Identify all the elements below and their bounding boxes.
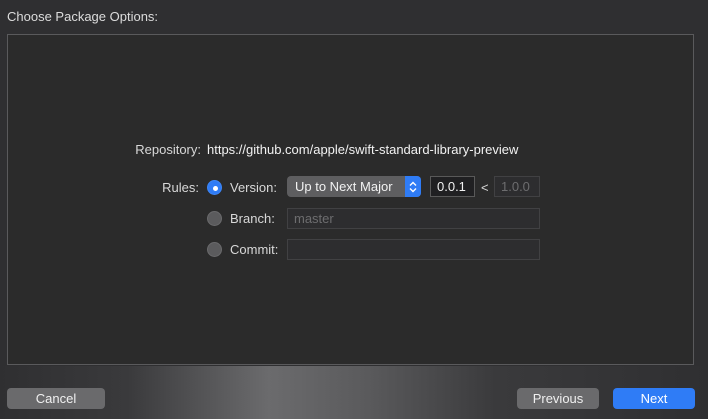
version-range-separator: <	[481, 180, 489, 195]
commit-field[interactable]	[287, 239, 540, 260]
commit-radio[interactable]	[207, 242, 222, 257]
branch-label: Branch:	[230, 211, 275, 226]
branch-field[interactable]: master	[287, 208, 540, 229]
version-to-field[interactable]: 1.0.0	[494, 176, 540, 197]
version-radio[interactable]	[207, 180, 222, 195]
version-label: Version:	[230, 180, 277, 195]
rules-label: Rules:	[162, 180, 199, 195]
branch-radio[interactable]	[207, 211, 222, 226]
version-rule-value: Up to Next Major	[295, 179, 393, 194]
version-rule-select[interactable]: Up to Next Major	[287, 176, 421, 197]
dialog-title: Choose Package Options:	[7, 9, 159, 24]
repository-label: Repository:	[135, 142, 201, 157]
cancel-button[interactable]: Cancel	[7, 388, 105, 409]
options-panel	[7, 34, 694, 365]
commit-label: Commit:	[230, 242, 279, 257]
repository-url: https://github.com/apple/swift-standard-…	[207, 142, 519, 157]
chevron-up-down-icon	[405, 176, 421, 197]
version-from-field[interactable]: 0.0.1	[430, 176, 475, 197]
footer-bar	[0, 366, 708, 419]
previous-button[interactable]: Previous	[517, 388, 599, 409]
next-button[interactable]: Next	[613, 388, 695, 409]
